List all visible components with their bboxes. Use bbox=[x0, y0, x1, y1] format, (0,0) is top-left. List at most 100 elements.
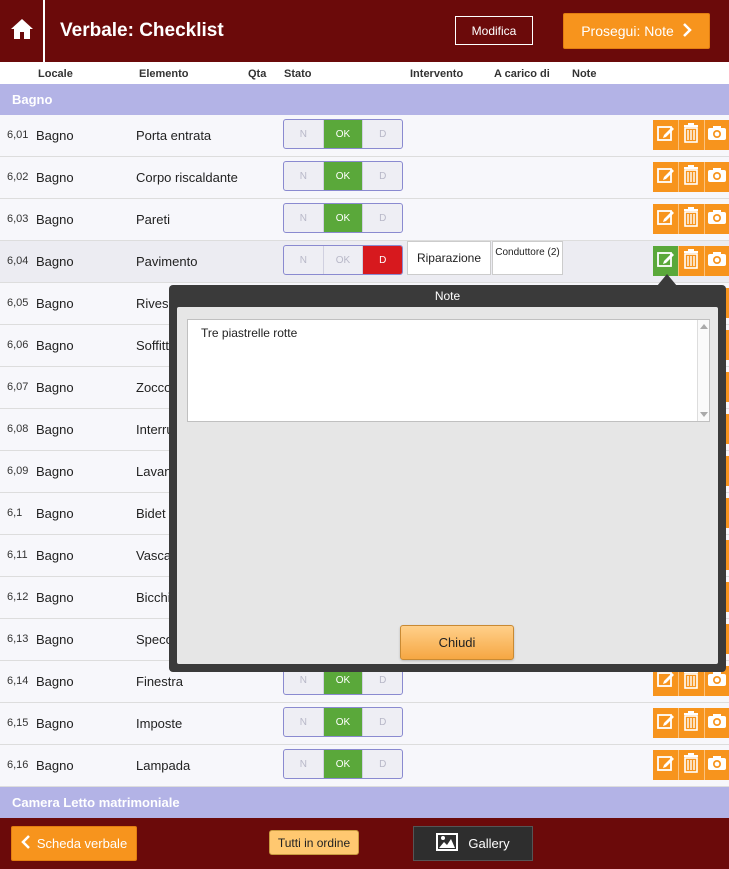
row-elemento: Lampada bbox=[136, 758, 191, 773]
edit-icon bbox=[656, 712, 675, 735]
camera-icon bbox=[707, 167, 727, 188]
delete-button[interactable] bbox=[678, 708, 704, 738]
camera-icon bbox=[707, 713, 727, 734]
edit-note-button[interactable] bbox=[653, 246, 679, 276]
note-scrollbar[interactable] bbox=[697, 320, 709, 421]
state-ok-button[interactable]: OK bbox=[322, 162, 363, 190]
delete-button[interactable] bbox=[678, 204, 704, 234]
edit-note-button[interactable] bbox=[653, 162, 679, 192]
row-actions bbox=[653, 750, 729, 780]
row-elemento: Pareti bbox=[136, 212, 170, 227]
photo-button[interactable] bbox=[703, 120, 729, 150]
state-n-button[interactable]: N bbox=[284, 204, 323, 232]
photo-button[interactable] bbox=[703, 162, 729, 192]
intervento-button[interactable]: Riparazione bbox=[407, 241, 491, 275]
delete-button[interactable] bbox=[678, 750, 704, 780]
row-number: 6,08 bbox=[7, 423, 29, 435]
state-ok-button[interactable]: OK bbox=[322, 708, 363, 736]
row-actions bbox=[653, 120, 729, 150]
row-locale: Bagno bbox=[36, 254, 74, 269]
row-number: 6,03 bbox=[7, 213, 29, 225]
column-headers: Locale Elemento Qta Stato Intervento A c… bbox=[0, 62, 729, 84]
photo-button[interactable] bbox=[703, 750, 729, 780]
tutti-in-ordine-button[interactable]: Tutti in ordine bbox=[269, 830, 359, 855]
row-number: 6,06 bbox=[7, 339, 29, 351]
row-locale: Bagno bbox=[36, 464, 74, 479]
table-row: 6,04 Bagno Pavimento N OK D Riparazione Condutt… bbox=[0, 241, 729, 283]
photo-button[interactable] bbox=[703, 708, 729, 738]
state-d-button[interactable]: D bbox=[362, 162, 402, 190]
row-actions bbox=[653, 246, 729, 276]
row-number: 6,05 bbox=[7, 297, 29, 309]
modifica-button[interactable]: Modifica bbox=[455, 16, 533, 45]
edit-icon bbox=[656, 166, 675, 189]
a-carico-di-button[interactable]: Conduttore (2) bbox=[492, 241, 563, 275]
gallery-button[interactable]: Gallery bbox=[413, 826, 533, 861]
popup-title: Note bbox=[434, 289, 461, 303]
chiudi-button[interactable]: Chiudi bbox=[400, 625, 514, 660]
row-locale: Bagno bbox=[36, 128, 74, 143]
state-ok-button[interactable]: OK bbox=[322, 246, 363, 274]
state-n-button[interactable]: N bbox=[284, 162, 323, 190]
trash-icon bbox=[682, 122, 700, 148]
row-number: 6,15 bbox=[7, 717, 29, 729]
state-toggle: NOKD bbox=[283, 749, 403, 779]
row-number: 6,09 bbox=[7, 465, 29, 477]
state-ok-button[interactable]: OK bbox=[322, 750, 363, 778]
prosegui-label: Prosegui: Note bbox=[581, 23, 674, 39]
note-textarea[interactable]: Tre piastrelle rotte bbox=[187, 319, 710, 422]
row-locale: Bagno bbox=[36, 548, 74, 563]
edit-icon bbox=[656, 754, 675, 777]
trash-icon bbox=[682, 710, 700, 736]
state-n-button[interactable]: N bbox=[284, 708, 323, 736]
col-note: Note bbox=[572, 68, 597, 80]
row-number: 6,01 bbox=[7, 129, 29, 141]
edit-icon bbox=[656, 208, 675, 231]
state-toggle: NOKD bbox=[283, 245, 403, 275]
camera-icon bbox=[707, 209, 727, 230]
row-elemento: Rives bbox=[136, 296, 169, 311]
scheda-verbale-button[interactable]: Scheda verbale bbox=[11, 826, 137, 861]
row-actions bbox=[653, 708, 729, 738]
state-d-button[interactable]: D bbox=[362, 204, 402, 232]
photo-button[interactable] bbox=[703, 246, 729, 276]
edit-note-button[interactable] bbox=[653, 708, 679, 738]
delete-button[interactable] bbox=[678, 120, 704, 150]
edit-note-button[interactable] bbox=[653, 204, 679, 234]
row-actions bbox=[653, 162, 729, 192]
scroll-down-icon bbox=[700, 412, 708, 417]
camera-icon bbox=[707, 125, 727, 146]
row-number: 6,1 bbox=[7, 507, 23, 519]
row-number: 6,12 bbox=[7, 591, 29, 603]
delete-button[interactable] bbox=[678, 246, 704, 276]
camera-icon bbox=[707, 251, 727, 272]
state-n-button[interactable]: N bbox=[284, 246, 323, 274]
state-ok-button[interactable]: OK bbox=[322, 120, 363, 148]
photo-button[interactable] bbox=[703, 204, 729, 234]
state-n-button[interactable]: N bbox=[284, 750, 323, 778]
home-button[interactable] bbox=[0, 0, 45, 62]
state-d-button[interactable]: D bbox=[362, 708, 402, 736]
col-qta: Qta bbox=[248, 68, 267, 80]
chevron-right-icon bbox=[682, 22, 692, 40]
state-d-button[interactable]: D bbox=[362, 750, 402, 778]
note-popup: Note Tre piastrelle rotte Chiudi bbox=[169, 285, 726, 672]
state-d-button[interactable]: D bbox=[362, 120, 402, 148]
state-n-button[interactable]: N bbox=[284, 120, 323, 148]
row-locale: Bagno bbox=[36, 170, 74, 185]
state-ok-button[interactable]: OK bbox=[322, 204, 363, 232]
row-number: 6,14 bbox=[7, 675, 29, 687]
edit-note-button[interactable] bbox=[653, 750, 679, 780]
popup-body: Tre piastrelle rotte Chiudi bbox=[177, 307, 718, 664]
edit-note-button[interactable] bbox=[653, 120, 679, 150]
row-locale: Bagno bbox=[36, 212, 74, 227]
state-d-button[interactable]: D bbox=[362, 246, 402, 274]
row-locale: Bagno bbox=[36, 590, 74, 605]
app-header: Verbale: Checklist Modifica Prosegui: No… bbox=[0, 0, 729, 62]
table-row: 6,03 Bagno Pareti N OK D bbox=[0, 199, 729, 241]
row-elemento: Bicchi bbox=[136, 590, 171, 605]
prosegui-note-button[interactable]: Prosegui: Note bbox=[563, 13, 710, 49]
row-number: 6,11 bbox=[7, 549, 28, 561]
footer-bar: Scheda verbale Tutti in ordine Gallery bbox=[0, 818, 729, 869]
delete-button[interactable] bbox=[678, 162, 704, 192]
